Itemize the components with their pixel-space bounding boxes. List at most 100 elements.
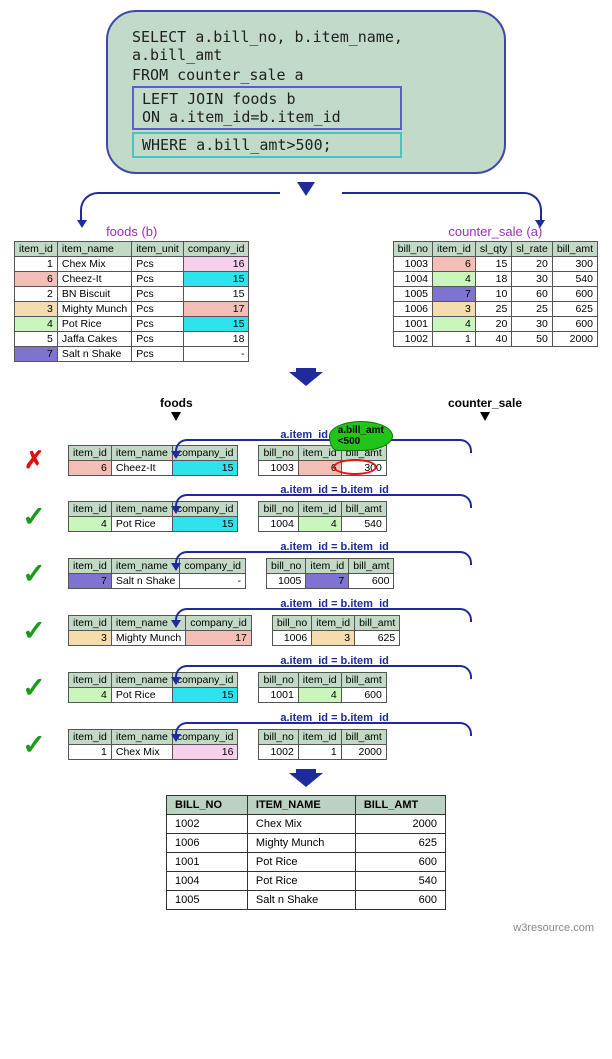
- sale-mini-wrap: bill_noitem_idbill_amt10014600: [258, 672, 386, 703]
- table-row: 100212000: [259, 745, 386, 760]
- sql-from: FROM counter_sale a: [132, 66, 480, 84]
- sale-label: counter_sale: [448, 396, 522, 421]
- join-condition-label: a.item_id = b.item_id: [280, 598, 389, 610]
- footer-credit: w3resource.com: [10, 922, 602, 934]
- column-header: bill_no: [259, 446, 298, 461]
- column-header: item_name: [111, 673, 172, 688]
- cell: 1004: [259, 517, 298, 532]
- column-header: item_name: [111, 559, 180, 574]
- sale-mini-wrap: bill_noitem_idbill_amt100212000: [258, 729, 386, 760]
- table-row: 3Mighty MunchPcs17: [15, 302, 249, 317]
- cell: 15: [183, 317, 249, 332]
- column-header: item_name: [111, 730, 172, 745]
- column-header: bill_no: [393, 242, 432, 257]
- join-condition-label: a.item_id = b.item_id: [280, 541, 389, 553]
- cell: 1006: [272, 631, 311, 646]
- column-header: bill_no: [259, 730, 298, 745]
- cell: 3: [433, 302, 476, 317]
- cell: 18: [475, 272, 511, 287]
- cell: 30: [512, 317, 553, 332]
- cell: 7: [15, 347, 58, 362]
- cell: Chex Mix: [111, 745, 172, 760]
- cell: 1006: [393, 302, 432, 317]
- sale-mini-wrap: bill_noitem_idbill_amt10044540: [258, 501, 386, 532]
- foods-table-wrap: foods (b) item_iditem_nameitem_unitcompa…: [14, 224, 249, 362]
- cell: 15: [183, 287, 249, 302]
- cell: Pot Rice: [247, 872, 355, 891]
- cell: -: [180, 574, 246, 589]
- sale-mini-wrap: bill_noitem_idbill_amt10063625: [272, 615, 400, 646]
- table-row: 1005Salt n Shake600: [167, 891, 446, 910]
- cell: 2000: [552, 332, 597, 347]
- column-header: item_name: [57, 242, 131, 257]
- column-header: bill_amt: [355, 616, 400, 631]
- column-header: item_id: [298, 730, 341, 745]
- table-row: 100142030600: [393, 317, 597, 332]
- cell: 625: [355, 631, 400, 646]
- cell: 30: [512, 272, 553, 287]
- sql-select: SELECT a.bill_no, b.item_name, a.bill_am…: [132, 28, 480, 64]
- table-row: 100632525625: [393, 302, 597, 317]
- big-arrow-down-icon: [289, 368, 323, 386]
- cell: -: [183, 347, 249, 362]
- column-header: item_id: [298, 673, 341, 688]
- table-row: 1Chex Mix16: [69, 745, 238, 760]
- column-header: company_id: [183, 242, 249, 257]
- cell: 10: [475, 287, 511, 302]
- cell: 540: [552, 272, 597, 287]
- column-header: BILL_AMT: [355, 796, 445, 815]
- column-header: bill_no: [259, 502, 298, 517]
- table-row: 100441830540: [393, 272, 597, 287]
- table-row: 5Jaffa CakesPcs18: [15, 332, 249, 347]
- cell: 4: [433, 317, 476, 332]
- table-row: 4Pot Rice15: [69, 688, 238, 703]
- column-header: item_id: [433, 242, 476, 257]
- cell: Pcs: [132, 272, 184, 287]
- cell: Chex Mix: [57, 257, 131, 272]
- cell: 600: [355, 891, 445, 910]
- sql-join-box: LEFT JOIN foods b ON a.item_id=b.item_id: [132, 86, 402, 130]
- table-row: 6Cheez-ItPcs15: [15, 272, 249, 287]
- cell: 20: [475, 317, 511, 332]
- join-step-row: a.item_id = b.item_id✓item_iditem_nameco…: [20, 557, 592, 590]
- cell: 5: [15, 332, 58, 347]
- cell: 600: [355, 853, 445, 872]
- table-row: 10014600: [259, 688, 386, 703]
- table-row: 1006Mighty Munch625: [167, 834, 446, 853]
- check-icon: ✓: [22, 501, 45, 532]
- check-icon: ✓: [22, 672, 45, 703]
- sale-mini-table: bill_noitem_idbill_amt10014600: [258, 672, 386, 703]
- join-step-row: a.item_id = b.item_id✓item_iditem_nameco…: [20, 614, 592, 647]
- check-icon: ✓: [22, 558, 45, 589]
- table-row: 1002140502000: [393, 332, 597, 347]
- cell: 625: [355, 834, 445, 853]
- cell: 1006: [167, 834, 248, 853]
- cell: 6: [15, 272, 58, 287]
- column-header: item_id: [312, 616, 355, 631]
- cell: 4: [69, 688, 112, 703]
- table-row: 4Pot Rice15: [69, 517, 238, 532]
- cell: 1001: [167, 853, 248, 872]
- pass-mark: ✓: [20, 614, 48, 647]
- cell: 15: [172, 517, 238, 532]
- cell: 1001: [259, 688, 298, 703]
- cell: Pcs: [132, 302, 184, 317]
- cell: 600: [552, 287, 597, 302]
- column-header: sl_qty: [475, 242, 511, 257]
- cell: 17: [183, 302, 249, 317]
- filter-badge: a.bill_amt<500: [329, 421, 393, 451]
- cell: Pcs: [132, 317, 184, 332]
- join-step-row: a.item_id = b.item_id✓item_iditem_nameco…: [20, 671, 592, 704]
- cell: 1: [298, 745, 341, 760]
- column-header: bill_amt: [341, 673, 386, 688]
- counter-sale-table: bill_noitem_idsl_qtysl_ratebill_amt 1003…: [393, 241, 598, 347]
- cell: 7: [306, 574, 349, 589]
- cell: 17: [186, 631, 252, 646]
- sale-mini-table: bill_noitem_idbill_amt10063625: [272, 615, 400, 646]
- cell: 50: [512, 332, 553, 347]
- table-row: 100361520300: [393, 257, 597, 272]
- sale-mini-wrap: bill_noitem_idbill_amt10057600: [266, 558, 394, 589]
- table-row: 3Mighty Munch17: [69, 631, 252, 646]
- cell: 3: [312, 631, 355, 646]
- cell: 2: [15, 287, 58, 302]
